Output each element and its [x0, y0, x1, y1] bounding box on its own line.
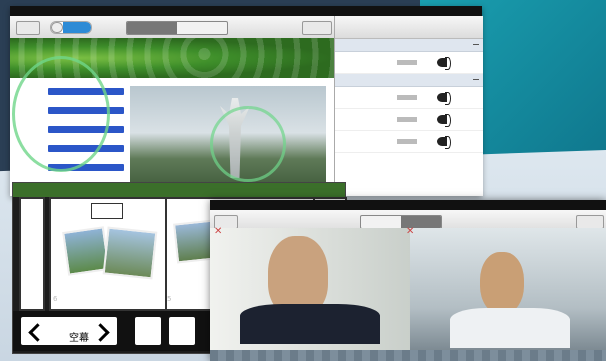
- participant-row[interactable]: [335, 131, 483, 153]
- annotation-circle-2: [210, 106, 286, 182]
- strip-header: [13, 183, 345, 197]
- close-icon[interactable]: ✕: [214, 226, 222, 237]
- empty-label: 空幕: [69, 333, 89, 344]
- participant-row[interactable]: [335, 109, 483, 131]
- segment-left[interactable]: [127, 22, 177, 34]
- participant-row[interactable]: [335, 52, 483, 74]
- close-icon[interactable]: ✕: [406, 226, 414, 237]
- page-nav[interactable]: 空幕: [21, 317, 117, 345]
- segmented-control[interactable]: [126, 21, 228, 35]
- participant-body: [240, 304, 380, 344]
- page-thumbnail[interactable]: [49, 197, 169, 311]
- participant-face: [480, 252, 524, 314]
- speaker-icon: [437, 92, 451, 105]
- back-button[interactable]: [16, 21, 40, 35]
- next-arrow-icon[interactable]: [91, 323, 110, 342]
- whiteboard-window: [10, 6, 483, 196]
- panel-header: [335, 16, 483, 39]
- section-users[interactable]: [335, 74, 483, 87]
- action-button[interactable]: [576, 215, 604, 229]
- status-bar: [210, 200, 606, 210]
- participant-row[interactable]: [335, 87, 483, 109]
- toolbar: [10, 16, 334, 39]
- speaker-icon: [437, 114, 451, 127]
- page-thumbnail[interactable]: [19, 197, 45, 311]
- mode-toggle[interactable]: [50, 21, 92, 34]
- video-call-window: ✕ ✕: [210, 200, 606, 361]
- prev-arrow-icon[interactable]: [28, 323, 47, 342]
- section-hosts[interactable]: [335, 39, 483, 52]
- page-number: 6: [53, 295, 58, 303]
- eraser-button[interactable]: [169, 317, 195, 345]
- participant-panel: [334, 16, 483, 196]
- annotation-circle: [12, 56, 110, 172]
- participant-body: [450, 308, 570, 348]
- seal-graphic: [91, 203, 123, 219]
- speaker-icon: [437, 57, 451, 70]
- download-button[interactable]: [135, 317, 161, 345]
- segment-right[interactable]: [177, 22, 227, 34]
- audio-level-bar: [210, 350, 606, 361]
- page-number: 5: [167, 295, 172, 303]
- status-bar: [10, 6, 482, 16]
- photo-2: [102, 226, 158, 280]
- tab[interactable]: [361, 216, 401, 228]
- call-tabs[interactable]: [360, 215, 442, 229]
- action-button[interactable]: [302, 21, 332, 35]
- speaker-icon: [437, 136, 451, 149]
